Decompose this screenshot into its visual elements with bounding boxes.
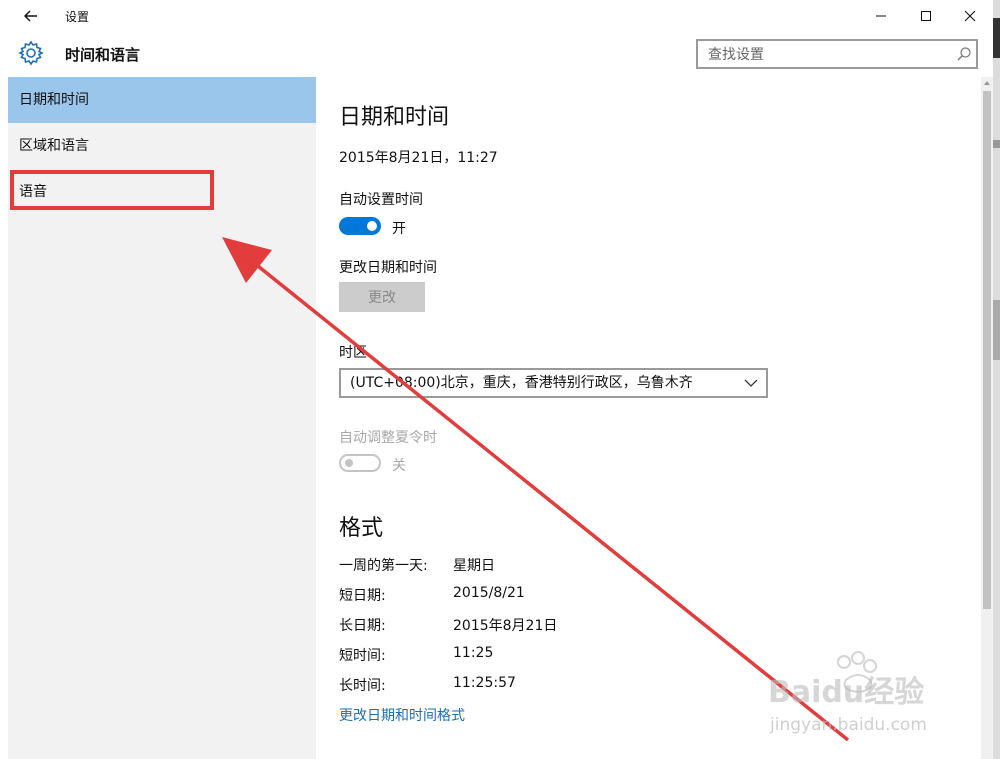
section-title: 日期和时间	[339, 105, 450, 130]
close-icon	[964, 10, 976, 22]
dst-state: 关	[392, 458, 406, 474]
minimize-icon	[876, 15, 886, 17]
page-title: 时间和语言	[65, 46, 141, 64]
desktop-fragment	[993, 300, 1000, 360]
toggle-knob	[345, 459, 353, 467]
change-button[interactable]: 更改	[339, 282, 425, 312]
search-icon[interactable]	[956, 46, 972, 62]
search-input[interactable]	[706, 45, 950, 65]
format-value: 星期日	[453, 558, 495, 574]
timezone-dropdown[interactable]: (UTC+08:00)北京，重庆，香港特别行政区，乌鲁木齐	[339, 368, 768, 398]
chevron-down-icon	[744, 379, 758, 387]
change-format-link[interactable]: 更改日期和时间格式	[339, 705, 465, 725]
format-key: 短日期:	[339, 588, 386, 604]
gear-icon	[18, 40, 44, 66]
scroll-thumb[interactable]	[983, 91, 991, 609]
auto-time-state: 开	[392, 221, 406, 237]
sidebar-item-label: 日期和时间	[19, 92, 89, 108]
minimize-button[interactable]	[858, 0, 904, 32]
title-bar: 设置	[0, 0, 993, 32]
sidebar-item-region-language[interactable]: 区域和语言	[8, 123, 316, 169]
format-row-short-time: 短时间: 11:25	[339, 645, 739, 665]
desktop-background	[993, 0, 1000, 759]
format-title: 格式	[339, 516, 384, 541]
scroll-up-icon[interactable]	[983, 79, 991, 87]
maximize-button[interactable]	[903, 0, 949, 32]
search-box[interactable]	[696, 39, 978, 69]
format-value: 2015/8/21	[453, 585, 525, 601]
format-key: 短时间:	[339, 648, 386, 664]
main-content: 日期和时间 2015年8月21日，11:27 自动设置时间 开 更改日期和时间 …	[316, 77, 981, 759]
desktop-fragment	[993, 140, 1000, 148]
annotation-highlight-box	[10, 170, 214, 210]
timezone-label: 时区	[339, 345, 367, 361]
format-key: 长日期:	[339, 618, 386, 634]
sidebar-item-date-time[interactable]: 日期和时间	[8, 77, 316, 123]
format-value: 2015年8月21日	[453, 618, 558, 634]
close-button[interactable]	[947, 0, 993, 32]
auto-time-toggle[interactable]	[339, 217, 381, 235]
format-value: 11:25	[453, 645, 494, 661]
settings-window: 设置 时间和语言 日期和时间	[0, 0, 993, 759]
format-value: 11:25:57	[453, 675, 516, 691]
page-header: 时间和语言	[0, 32, 993, 77]
auto-time-label: 自动设置时间	[339, 192, 423, 208]
desktop-fragment	[993, 18, 1000, 58]
format-key: 一周的第一天:	[339, 558, 428, 574]
format-key: 长时间:	[339, 678, 386, 694]
window-title: 设置	[65, 10, 90, 24]
format-row-short-date: 短日期: 2015/8/21	[339, 585, 739, 605]
back-button[interactable]	[14, 2, 48, 30]
dst-toggle[interactable]	[339, 454, 381, 472]
sidebar-item-label: 区域和语言	[19, 138, 89, 154]
timezone-value: (UTC+08:00)北京，重庆，香港特别行政区，乌鲁木齐	[350, 375, 693, 391]
dst-label: 自动调整夏令时	[339, 430, 437, 446]
format-row-long-date: 长日期: 2015年8月21日	[339, 615, 739, 635]
format-row-long-time: 长时间: 11:25:57	[339, 675, 739, 695]
scrollbar[interactable]	[981, 77, 993, 759]
maximize-icon	[921, 11, 931, 21]
format-row-first-day: 一周的第一天: 星期日	[339, 555, 739, 575]
toggle-knob	[367, 221, 377, 231]
current-datetime: 2015年8月21日，11:27	[339, 150, 498, 166]
back-arrow-icon	[24, 10, 37, 22]
change-datetime-label: 更改日期和时间	[339, 260, 437, 276]
